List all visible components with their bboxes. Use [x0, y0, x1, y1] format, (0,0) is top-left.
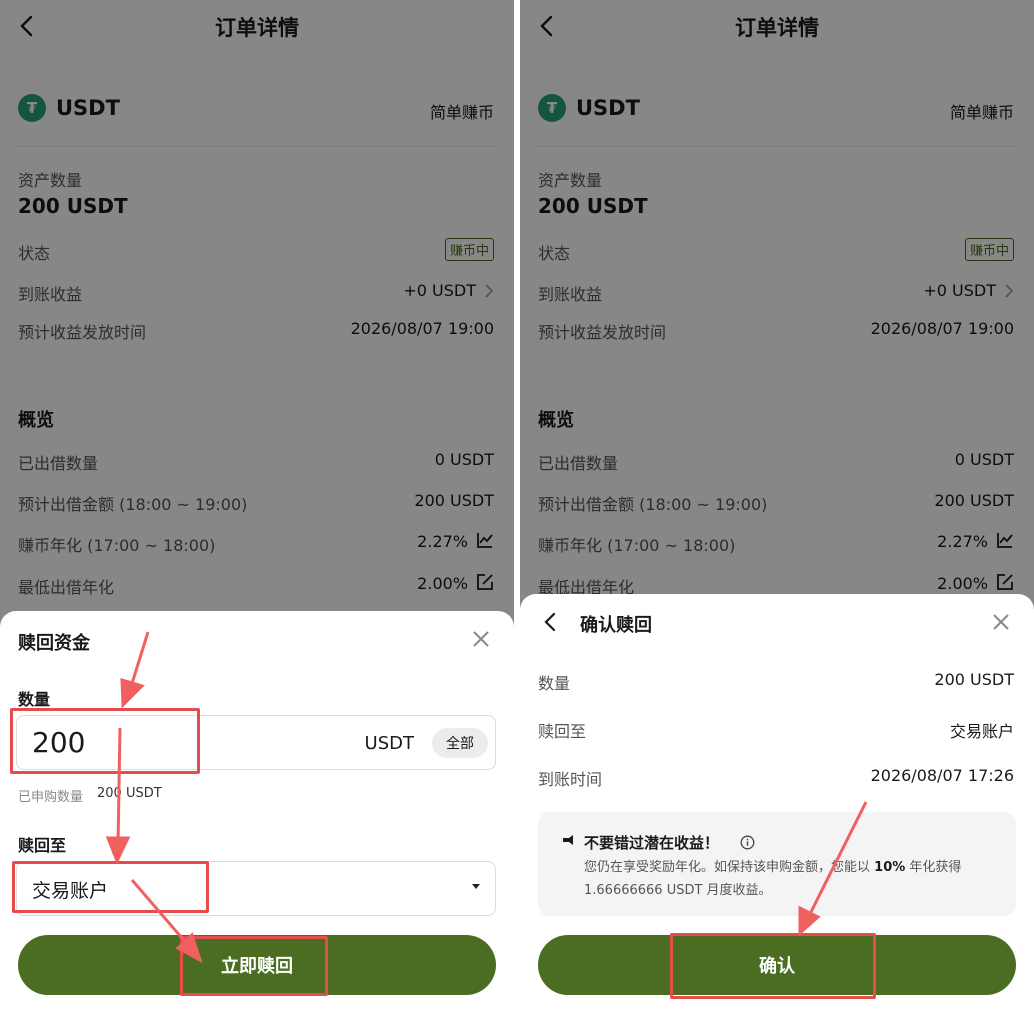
arrival-time-value: 2026/08/07 17:26 [870, 766, 1014, 785]
highlight-box-confirm-button [670, 933, 876, 999]
sheet-title: 确认赎回 [580, 615, 652, 636]
amount-label: 数量 [18, 690, 51, 709]
redeem-to-label: 赎回至 [18, 836, 67, 855]
back-arrow-icon[interactable] [540, 611, 562, 633]
info-icon[interactable] [740, 835, 755, 850]
subscribed-label: 已申购数量 [18, 790, 84, 805]
right-screenshot: 订单详情 ₮ USDT 简单赚币 资产数量 200 USDT 状态 赚币中 到账… [520, 0, 1034, 1020]
notice-title: 不要错过潜在收益！ [584, 834, 720, 852]
bell-icon [563, 835, 573, 845]
sheet-title: 赎回资金 [18, 633, 90, 654]
notice-rate: 10% [874, 860, 906, 875]
notice-body: 您仍在享受奖励年化。如保持该申购金额，您能以 10% 年化获得 1.666666… [584, 856, 998, 902]
amount-unit: USDT [364, 733, 414, 754]
highlight-box-amount [10, 708, 200, 774]
highlight-box-account [12, 861, 209, 913]
redeem-to-label: 赎回至 [538, 722, 587, 741]
redeem-to-value: 交易账户 [949, 722, 1014, 741]
notice-text-a: 您仍在享受奖励年化。如保持该申购金额，您能以 [584, 860, 871, 875]
close-icon[interactable] [990, 611, 1012, 633]
close-icon[interactable] [470, 628, 492, 650]
qty-label: 数量 [538, 674, 571, 693]
subscribed-value: 200 USDT [97, 786, 162, 801]
arrival-time-label: 到账时间 [538, 770, 603, 789]
all-button[interactable]: 全部 [432, 728, 488, 758]
qty-value: 200 USDT [934, 670, 1014, 689]
dropdown-caret-icon[interactable] [472, 884, 480, 889]
notice-text-b: 年化获得 [909, 860, 962, 875]
highlight-box-redeem-button [180, 936, 328, 996]
notice-text-c: 1.66666666 USDT 月度收益。 [584, 883, 772, 898]
left-screenshot: 订单详情 ₮ USDT 简单赚币 资产数量 200 USDT 状态 赚币中 到账… [0, 0, 514, 1020]
